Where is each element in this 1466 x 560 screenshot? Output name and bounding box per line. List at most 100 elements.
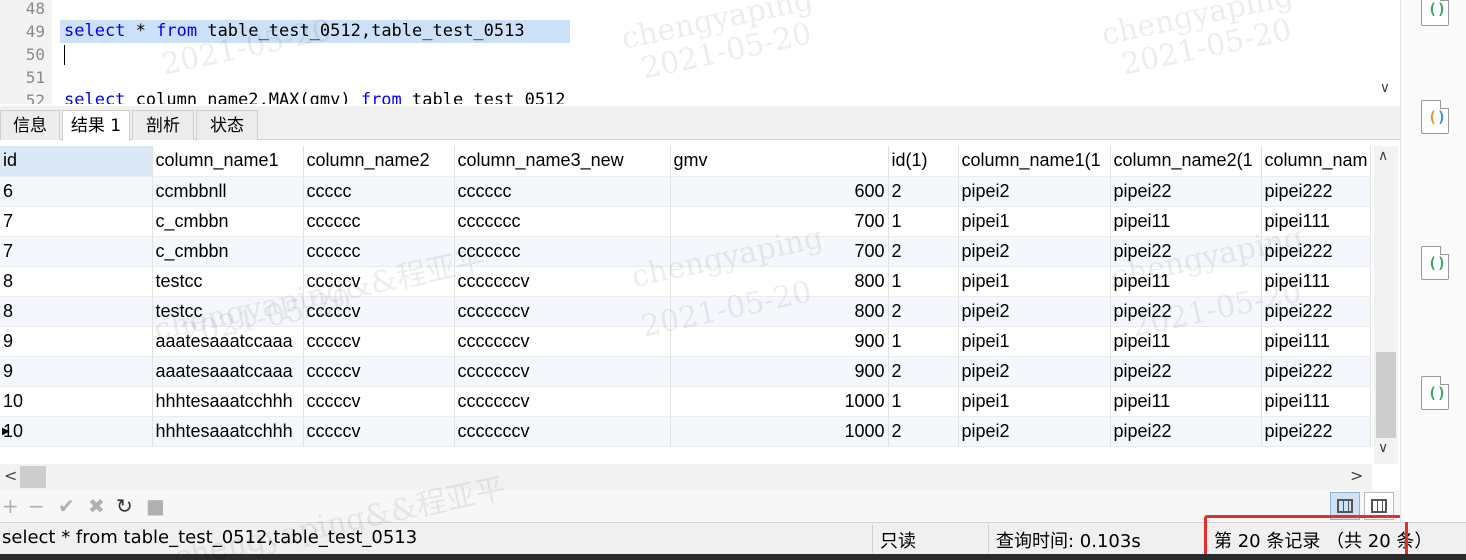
- tab-info[interactable]: 信息: [0, 110, 60, 140]
- code-file-icon[interactable]: (): [1421, 0, 1449, 26]
- table-cell[interactable]: 7: [0, 206, 153, 237]
- table-cell[interactable]: 800: [670, 266, 889, 297]
- table-cell[interactable]: cccccc: [303, 236, 455, 267]
- table-cell[interactable]: testcc: [152, 266, 304, 297]
- table-cell[interactable]: pipei1: [958, 326, 1111, 357]
- table-cell[interactable]: pipei2: [958, 416, 1111, 447]
- table-cell[interactable]: pipei222: [1261, 236, 1371, 267]
- table-cell[interactable]: 9: [0, 356, 153, 387]
- tab-result-1[interactable]: 结果 1: [62, 110, 130, 141]
- table-row[interactable]: 8 testcc cccccv cccccccv 800 1 pipei1 pipei11 p…: [0, 266, 1371, 297]
- table-cell[interactable]: ccccccc: [454, 236, 671, 267]
- column-header[interactable]: column_name2: [303, 146, 455, 177]
- table-cell[interactable]: cccccccv: [454, 296, 671, 327]
- table-cell[interactable]: cccccc: [454, 176, 671, 207]
- table-cell[interactable]: aaatesaaatccaaa: [152, 326, 304, 357]
- table-cell[interactable]: ccccc: [303, 176, 455, 207]
- table-cell[interactable]: 8: [0, 296, 153, 327]
- table-cell[interactable]: pipei222: [1261, 296, 1371, 327]
- table-cell[interactable]: pipei1: [958, 386, 1111, 417]
- column-header[interactable]: gmv: [670, 146, 889, 177]
- table-cell[interactable]: 10: [0, 416, 153, 447]
- table-cell[interactable]: 600: [670, 176, 889, 207]
- table-cell[interactable]: pipei11: [1110, 326, 1262, 357]
- table-cell[interactable]: pipei11: [1110, 266, 1262, 297]
- table-cell[interactable]: cccccccv: [454, 416, 671, 447]
- table-cell[interactable]: 700: [670, 236, 889, 267]
- table-cell[interactable]: pipei111: [1261, 386, 1371, 417]
- table-cell[interactable]: hhhtesaaatcchhh: [152, 416, 304, 447]
- tab-profile[interactable]: 剖析: [132, 110, 194, 140]
- apply-changes-icon[interactable]: ✔: [58, 494, 75, 518]
- table-cell[interactable]: pipei1: [958, 266, 1111, 297]
- table-cell[interactable]: pipei111: [1261, 266, 1371, 297]
- table-cell[interactable]: 2: [888, 416, 959, 447]
- table-cell[interactable]: ccmbbnll: [152, 176, 304, 207]
- table-cell[interactable]: 800: [670, 296, 889, 327]
- table-cell[interactable]: pipei111: [1261, 206, 1371, 237]
- grid-vertical-scrollbar[interactable]: ∧ ∨: [1374, 146, 1398, 464]
- table-cell[interactable]: pipei222: [1261, 176, 1371, 207]
- table-cell[interactable]: 700: [670, 206, 889, 237]
- chevron-down-icon[interactable]: ∨: [1380, 80, 1390, 96]
- chevron-down-icon[interactable]: ∨: [1378, 440, 1388, 456]
- table-row[interactable]: 7 c_cmbbn cccccc ccccccc 700 2 pipei2 pipei22 pi…: [0, 236, 1371, 267]
- tab-status[interactable]: 状态: [196, 110, 258, 140]
- discard-changes-icon[interactable]: ✖: [88, 494, 105, 518]
- table-cell[interactable]: pipei111: [1261, 326, 1371, 357]
- table-cell[interactable]: 1: [888, 326, 959, 357]
- table-cell[interactable]: 2: [888, 296, 959, 327]
- table-cell[interactable]: pipei22: [1110, 296, 1262, 327]
- table-cell[interactable]: c_cmbbn: [152, 236, 304, 267]
- result-grid[interactable]: id column_name1 column_name2 column_name…: [0, 146, 1372, 447]
- stop-icon[interactable]: ■: [146, 494, 165, 518]
- table-cell[interactable]: aaatesaaatccaaa: [152, 356, 304, 387]
- scrollbar-thumb[interactable]: [1376, 352, 1396, 438]
- table-cell[interactable]: pipei2: [958, 356, 1111, 387]
- table-cell[interactable]: 900: [670, 326, 889, 357]
- table-cell[interactable]: 1000: [670, 416, 889, 447]
- table-cell[interactable]: c_cmbbn: [152, 206, 304, 237]
- table-cell[interactable]: cccccccv: [454, 386, 671, 417]
- table-cell[interactable]: pipei1: [958, 206, 1111, 237]
- add-record-icon[interactable]: +: [2, 494, 19, 518]
- table-row[interactable]: 9 aaatesaaatccaaa cccccv cccccccv 900 1 pipei1…: [0, 326, 1371, 357]
- table-cell[interactable]: cccccv: [303, 296, 455, 327]
- table-row[interactable]: 10 hhhtesaaatcchhh cccccv cccccccv 1000 2 pipe…: [0, 416, 1371, 447]
- table-cell[interactable]: cccccccv: [454, 356, 671, 387]
- table-cell[interactable]: pipei11: [1110, 206, 1262, 237]
- table-cell[interactable]: 1: [888, 386, 959, 417]
- table-cell[interactable]: 7: [0, 236, 153, 267]
- table-cell[interactable]: testcc: [152, 296, 304, 327]
- chevron-right-icon[interactable]: >: [1350, 466, 1363, 485]
- column-header[interactable]: column_name2(1: [1110, 146, 1262, 177]
- table-row[interactable]: 6 ccmbbnll ccccc cccccc 600 2 pipei2 pipei22 pip…: [0, 176, 1371, 207]
- table-cell[interactable]: pipei2: [958, 236, 1111, 267]
- table-cell[interactable]: 2: [888, 176, 959, 207]
- table-cell[interactable]: pipei22: [1110, 236, 1262, 267]
- refresh-icon[interactable]: ↻: [116, 494, 133, 518]
- delete-record-icon[interactable]: −: [28, 494, 45, 518]
- table-cell[interactable]: 1: [888, 266, 959, 297]
- table-cell[interactable]: 1: [888, 206, 959, 237]
- table-cell[interactable]: cccccccv: [454, 266, 671, 297]
- table-cell[interactable]: hhhtesaaatcchhh: [152, 386, 304, 417]
- grid-horizontal-scrollbar[interactable]: < >: [0, 464, 1372, 490]
- table-row[interactable]: 7 c_cmbbn cccccc ccccccc 700 1 pipei1 pipei11 pi…: [0, 206, 1371, 237]
- table-cell[interactable]: cccccv: [303, 386, 455, 417]
- table-row[interactable]: 9 aaatesaaatccaaa cccccv cccccccv 900 2 pipei2…: [0, 356, 1371, 387]
- table-cell[interactable]: cccccv: [303, 266, 455, 297]
- code-file-icon[interactable]: (): [1421, 246, 1449, 280]
- table-row[interactable]: 10 hhhtesaaatcchhh cccccv cccccccv 1000 1 pipe…: [0, 386, 1371, 417]
- chevron-left-icon[interactable]: <: [4, 466, 17, 485]
- table-cell[interactable]: 8: [0, 266, 153, 297]
- table-cell[interactable]: 1000: [670, 386, 889, 417]
- table-cell[interactable]: pipei222: [1261, 416, 1371, 447]
- table-cell[interactable]: 10: [0, 386, 153, 417]
- table-cell[interactable]: pipei22: [1110, 356, 1262, 387]
- column-header[interactable]: column_name1(1: [958, 146, 1111, 177]
- code-line-52[interactable]: select column_name2,MAX(gmv) from table_…: [64, 89, 566, 104]
- column-header[interactable]: column_name1: [152, 146, 304, 177]
- table-cell[interactable]: cccccv: [303, 416, 455, 447]
- table-cell[interactable]: cccccv: [303, 356, 455, 387]
